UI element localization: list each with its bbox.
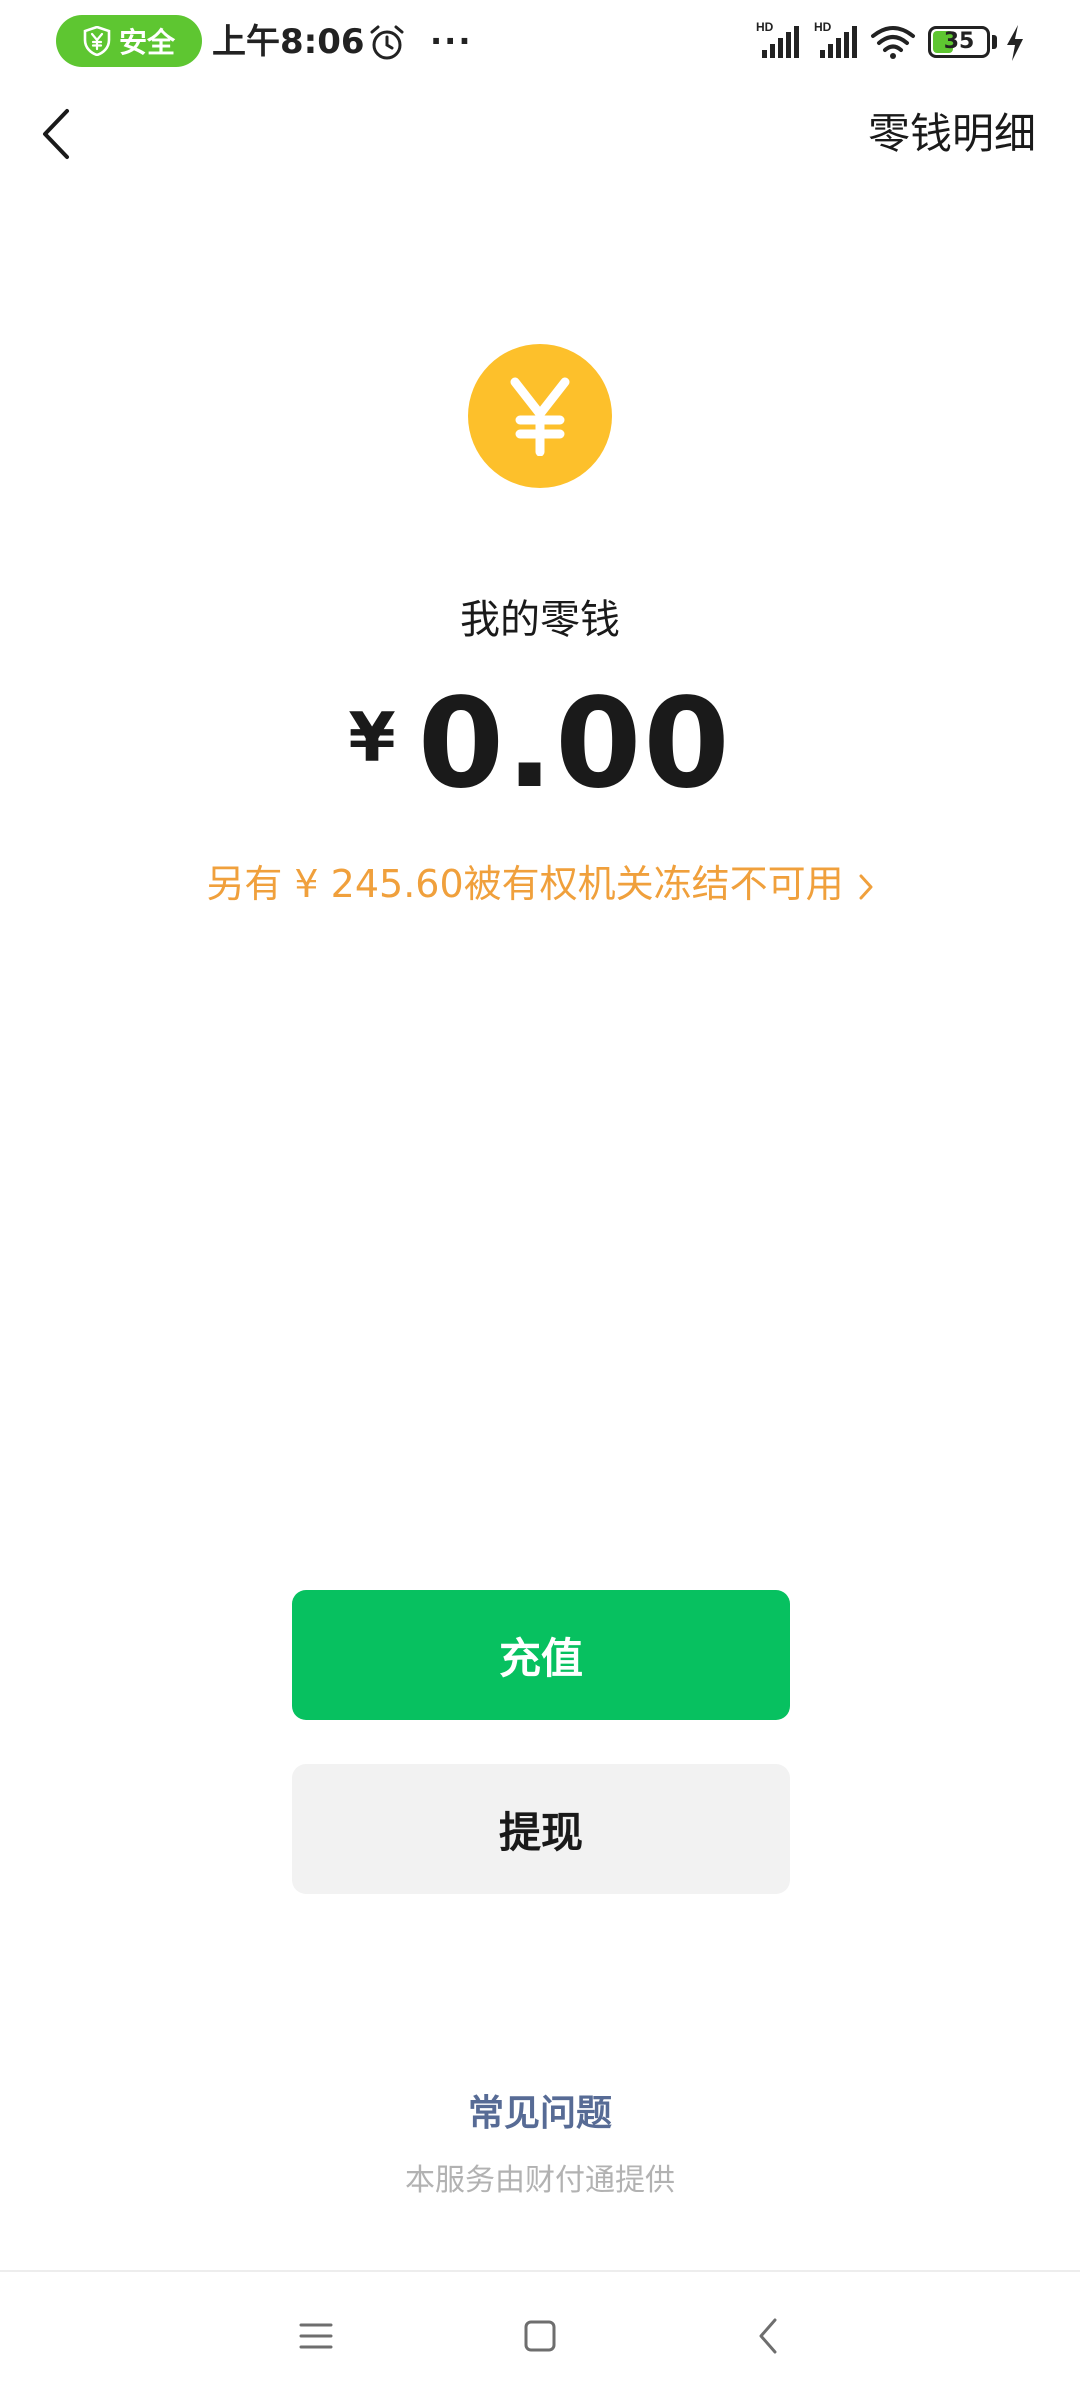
status-bar: 安全 上午8:06 ··· HD HD 35	[0, 0, 1080, 84]
frozen-funds-text: 另有 ¥ 245.60被有权机关冻结不可用	[206, 862, 844, 906]
security-label: 安全	[118, 26, 175, 59]
chevron-right-icon	[859, 874, 873, 899]
balance-amount: ¥ 0.00	[0, 674, 1080, 814]
frozen-funds-notice[interactable]: 另有 ¥ 245.60被有权机关冻结不可用	[0, 856, 1080, 912]
provider-text: 本服务由财付通提供	[405, 2163, 675, 2198]
shield-yuan-icon	[83, 26, 111, 56]
status-time: 上午8:06	[212, 22, 365, 62]
more-notifications: ···	[430, 22, 473, 60]
amount-value: 0.00	[417, 672, 732, 816]
signal-2-label: HD	[814, 20, 832, 34]
recharge-button[interactable]: 充值	[292, 1590, 790, 1720]
signal-icon: HD	[756, 20, 799, 58]
back-button[interactable]	[24, 96, 88, 172]
battery-cap	[992, 35, 997, 49]
system-back-button[interactable]	[740, 2308, 796, 2364]
alarm-icon	[370, 25, 404, 60]
menu-button[interactable]	[288, 2308, 344, 2364]
home-button[interactable]	[512, 2308, 568, 2364]
wallet-balance-screen: 安全 上午8:06 ··· HD HD 35 零钱明细 我的零钱 ¥ 0.00 …	[0, 0, 1080, 2400]
menu-icon	[299, 2323, 333, 2349]
home-icon	[524, 2320, 556, 2352]
charging-icon	[1007, 25, 1023, 61]
yuan-coin-icon	[468, 344, 612, 488]
security-badge[interactable]: 安全	[56, 15, 202, 67]
currency-symbol: ¥	[348, 699, 396, 778]
back-icon	[759, 2318, 777, 2354]
yuan-symbol-icon	[510, 377, 570, 456]
faq-link[interactable]: 常见问题	[0, 2088, 1080, 2140]
battery-icon: 35	[928, 26, 990, 58]
system-nav-bar	[0, 2270, 1080, 2400]
withdraw-button[interactable]: 提现	[292, 1764, 790, 1894]
wifi-icon	[871, 26, 915, 59]
chevron-left-icon	[43, 109, 69, 159]
signal-icon: HD	[814, 20, 857, 58]
battery-level: 35	[943, 29, 975, 54]
signal-1-label: HD	[756, 20, 774, 34]
balance-details-link[interactable]: 零钱明细	[868, 106, 1036, 162]
balance-label: 我的零钱	[460, 597, 620, 643]
